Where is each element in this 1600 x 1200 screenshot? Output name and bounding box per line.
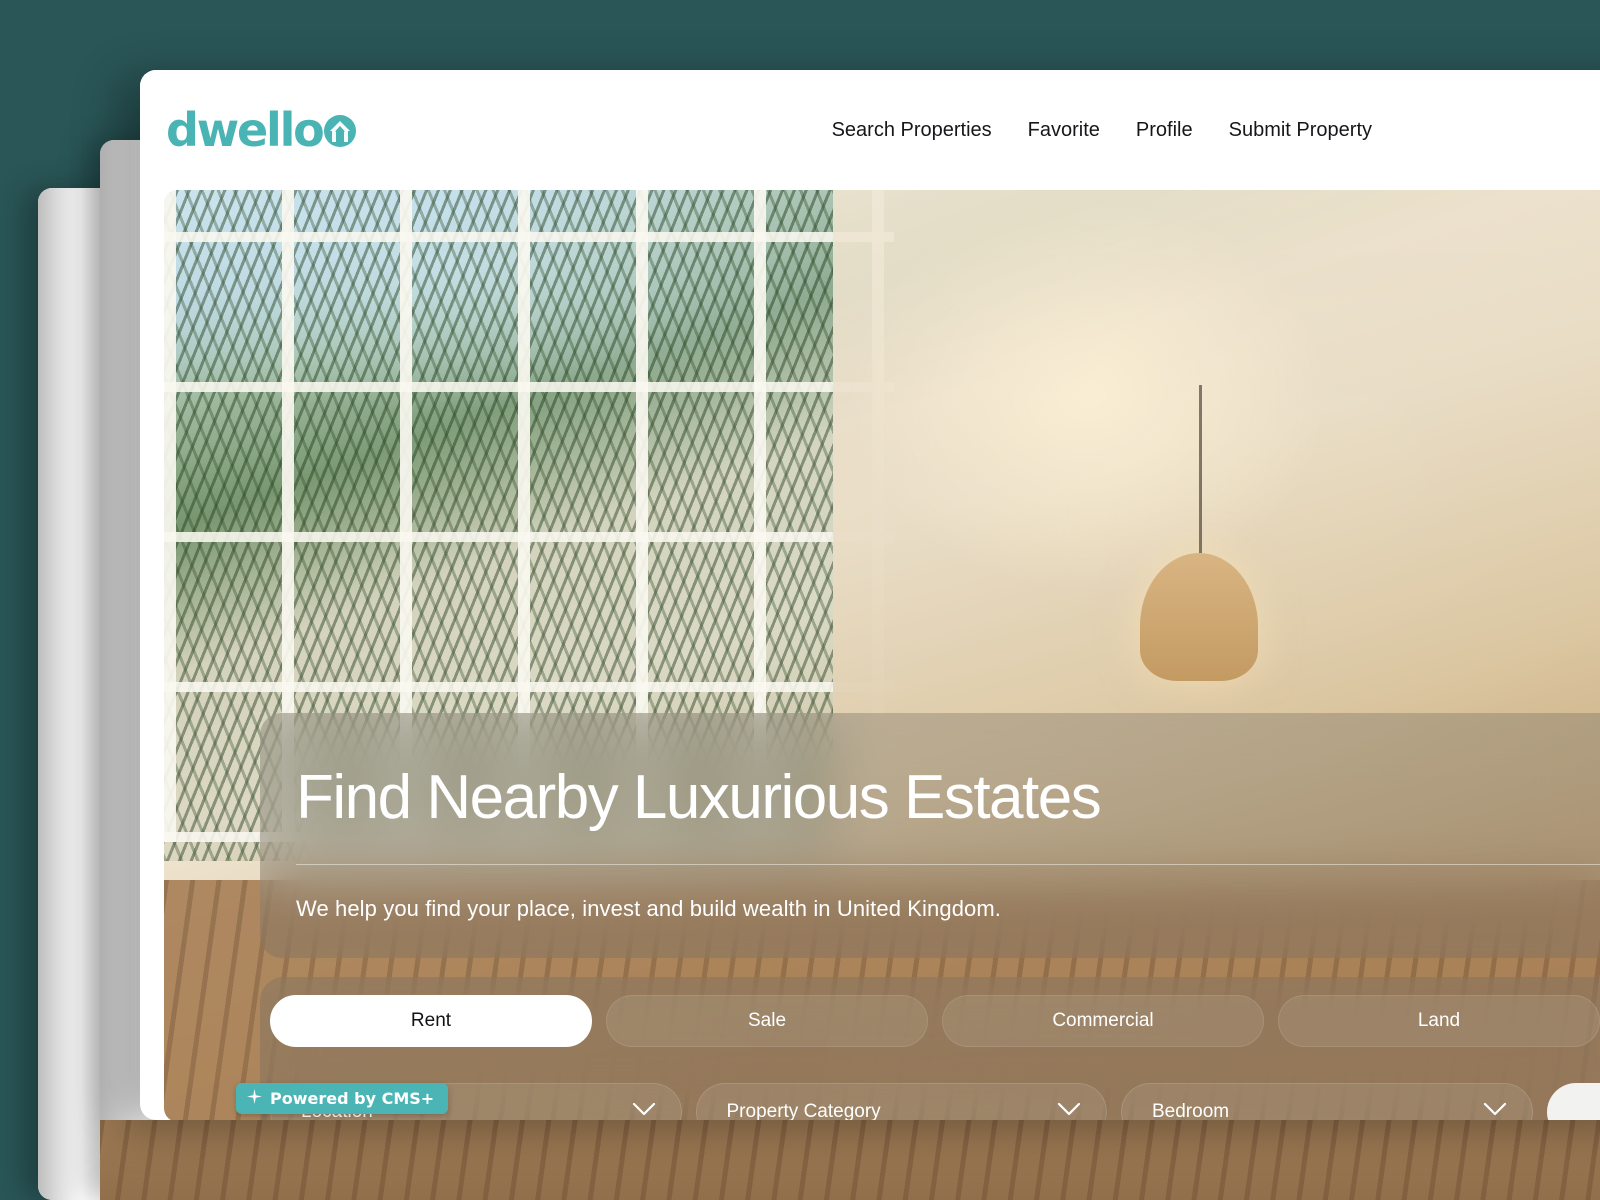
search-submit-button[interactable]: [1546, 1083, 1600, 1120]
tab-rent[interactable]: Rent: [270, 995, 592, 1047]
tab-commercial[interactable]: Commercial: [942, 995, 1264, 1047]
tab-land[interactable]: Land: [1278, 995, 1600, 1047]
tab-label: Rent: [410, 1010, 452, 1031]
site-header: dwello Search Properties Favorite Profil…: [140, 70, 1600, 190]
brand-logo-text: dwello: [166, 103, 325, 157]
card-spine: [38, 188, 82, 1200]
hero-headline-panel: Find Nearby Luxurious Estates We help yo…: [260, 713, 1600, 958]
search-panel: Rent Sale Commercial Land Location: [260, 977, 1600, 1120]
nav-item-search-properties[interactable]: Search Properties: [832, 119, 992, 142]
background-card-bottom-strip: [100, 1120, 1600, 1200]
card-spine: [100, 140, 144, 1200]
tab-label: Land: [1417, 1010, 1461, 1031]
tab-sale[interactable]: Sale: [606, 995, 928, 1047]
property-type-tabs: Rent Sale Commercial Land: [270, 995, 1600, 1047]
chevron-down-icon: [1482, 1101, 1508, 1120]
main-card: dwello Search Properties Favorite Profil…: [140, 70, 1600, 1120]
hero-subtitle: We help you find your place, invest and …: [296, 896, 1001, 922]
sparkle-icon: [247, 1089, 262, 1108]
nav-item-favorite[interactable]: Favorite: [1028, 119, 1100, 142]
nav-item-profile[interactable]: Profile: [1136, 119, 1193, 142]
chevron-down-icon: [631, 1101, 657, 1120]
house-in-letter-o-icon: [323, 112, 357, 147]
property-category-dropdown[interactable]: Property Category: [695, 1083, 1107, 1120]
property-category-dropdown-label: Property Category: [726, 1101, 881, 1120]
powered-by-cms-badge[interactable]: Powered by CMS+: [236, 1083, 449, 1114]
tab-label: Sale: [747, 1010, 787, 1031]
bedroom-dropdown-label: Bedroom: [1152, 1101, 1230, 1120]
powered-by-cms-label: Powered by CMS+: [270, 1089, 435, 1108]
nav-item-submit-property[interactable]: Submit Property: [1229, 119, 1372, 142]
tab-label: Commercial: [1052, 1010, 1154, 1031]
brand-logo[interactable]: dwello: [166, 103, 357, 157]
bedroom-dropdown[interactable]: Bedroom: [1121, 1083, 1533, 1120]
chevron-down-icon: [1056, 1101, 1082, 1120]
hero-section: Find Nearby Luxurious Estates We help yo…: [164, 190, 1600, 1120]
search-filters: Location Property Category Bedroom: [270, 1083, 1600, 1120]
title-divider: [296, 864, 1600, 866]
main-navigation: Search Properties Favorite Profile Submi…: [832, 119, 1372, 142]
page-title: Find Nearby Luxurious Estates: [296, 763, 1102, 832]
